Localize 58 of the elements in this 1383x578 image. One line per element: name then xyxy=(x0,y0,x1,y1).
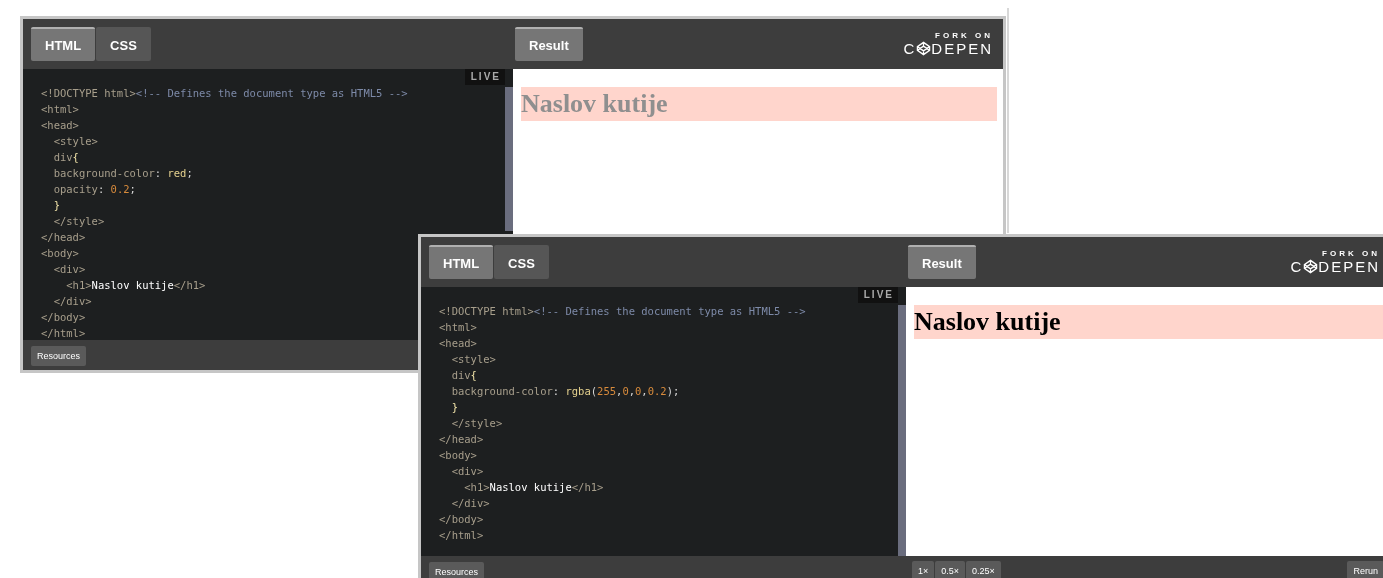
code-editor[interactable] xyxy=(421,287,906,556)
code-line: <body> xyxy=(439,448,477,463)
logo-text[interactable]: DEPEN xyxy=(931,40,993,57)
code-line: </body> xyxy=(41,310,86,325)
fork-on-label[interactable]: FORK ON xyxy=(1322,249,1380,258)
code-line: </style> xyxy=(52,214,105,229)
code-line: <h1>Naslov kutije</h1> xyxy=(463,480,604,495)
editor-tab[interactable]: CSS xyxy=(96,27,151,61)
logo-text[interactable]: C xyxy=(903,40,917,57)
result-tab[interactable]: Result xyxy=(515,27,583,61)
cube-icon xyxy=(1303,259,1319,274)
code-line: <html> xyxy=(439,320,477,335)
code-line: </body> xyxy=(439,512,484,527)
logo-text[interactable]: DEPEN xyxy=(1318,258,1380,275)
code-line: <!DOCTYPE html><!-- Defines the document type as HTML5 --> xyxy=(439,304,806,319)
resources-button[interactable]: Resources xyxy=(31,345,87,366)
code-line: div{ xyxy=(450,368,477,383)
rerun-button[interactable]: Rerun xyxy=(1347,561,1383,578)
code-line: <head> xyxy=(439,336,477,351)
zoom-button[interactable]: 0.5× xyxy=(935,561,966,578)
zoom-button[interactable]: 0.25× xyxy=(966,561,1001,578)
preview-heading: Naslov kutije xyxy=(914,305,1383,339)
code-line: <div> xyxy=(450,464,484,479)
code-line: </style> xyxy=(450,416,503,431)
code-line: <h1>Naslov kutije</h1> xyxy=(65,278,206,293)
code-line: div{ xyxy=(52,150,79,165)
logo-text[interactable]: C xyxy=(1290,258,1304,275)
live-badge: LIVE xyxy=(857,287,898,303)
editor-tab[interactable]: HTML xyxy=(31,27,96,61)
fork-on-label[interactable]: FORK ON xyxy=(935,31,993,40)
code-line: <!DOCTYPE html><!-- Defines the document type as HTML5 --> xyxy=(41,86,408,101)
scrollbar[interactable] xyxy=(505,87,513,231)
cube-icon xyxy=(916,41,932,56)
live-badge: LIVE xyxy=(464,69,505,85)
editor-tab[interactable]: CSS xyxy=(494,245,549,279)
code-line: opacity: 0.2; xyxy=(52,182,136,197)
code-line: </div> xyxy=(450,496,490,511)
code-line: background-color: rgba(255,0,0,0.2); xyxy=(450,384,680,399)
code-line: } xyxy=(450,400,458,415)
code-line: } xyxy=(52,198,60,213)
code-line: <head> xyxy=(41,118,79,133)
editor-tab[interactable]: HTML xyxy=(429,245,494,279)
code-line: background-color: red; xyxy=(52,166,193,181)
code-line: <html> xyxy=(41,102,79,117)
preview-heading: Naslov kutije xyxy=(521,87,997,121)
code-line: </html> xyxy=(41,326,86,340)
code-line: <div> xyxy=(52,262,86,277)
code-line: </head> xyxy=(439,432,484,447)
code-line: </head> xyxy=(41,230,86,245)
code-line: <body> xyxy=(41,246,79,261)
code-line: <style> xyxy=(450,352,496,367)
code-line: <style> xyxy=(52,134,98,149)
result-tab[interactable]: Result xyxy=(908,245,976,279)
zoom-button[interactable]: 1× xyxy=(912,561,935,578)
code-line: </html> xyxy=(439,528,484,543)
scrollbar[interactable] xyxy=(898,305,906,556)
resources-button[interactable]: Resources xyxy=(429,562,485,578)
code-line: </div> xyxy=(52,294,92,309)
